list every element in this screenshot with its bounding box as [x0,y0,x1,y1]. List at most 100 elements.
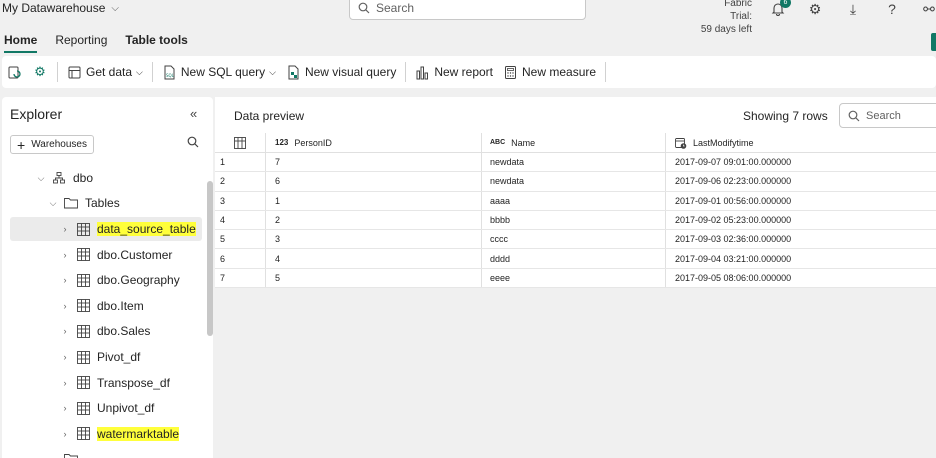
table-row[interactable]: 5 3 cccc 2017-09-03 02:36:00.000000 [215,230,936,250]
explorer-title: Explorer [10,106,63,122]
personid-cell: 7 [266,153,482,172]
help-button[interactable]: ? [882,0,902,18]
tree-table-item[interactable]: › Pivot_df [10,345,202,369]
share-icon: ⚯ [923,0,935,17]
global-search-input[interactable]: Search [349,0,586,20]
download-button[interactable]: ⤓ [843,0,863,18]
search-icon [848,110,860,121]
explorer-scrollbar[interactable] [207,181,213,336]
plus-icon: + [17,136,26,153]
row-number-cell: 5 [215,230,266,249]
search-icon [187,136,199,148]
table-row[interactable]: 4 2 bbbb 2017-09-02 05:23:00.000000 [215,210,936,231]
toolbar-divider [605,62,607,82]
preview-search-placeholder: Search [866,109,901,122]
refresh-icon [8,66,21,78]
preview-search-input[interactable]: Search [839,103,936,128]
share-button[interactable]: ⚯ [919,0,936,18]
tree-table-item[interactable]: › dbo.Customer [10,243,202,267]
table-row[interactable]: 6 4 dddd 2017-09-04 03:21:00.000000 [215,249,936,269]
new-sql-query-button[interactable]: SQL New SQL query ⌵ [157,60,281,84]
column-header-personid[interactable]: 123 PersonID [266,133,482,152]
trial-status[interactable]: Fabric Trial: 59 days left [700,0,752,36]
tree-table-item[interactable]: › dbo.Geography [10,268,202,292]
tree-table-item[interactable]: › watermarktable [10,422,202,446]
table-icon [76,222,90,236]
table-row[interactable]: 1 7 newdata 2017-09-07 09:01:00.000000 [215,153,936,173]
tree-table-label: dbo.Geography [97,273,180,288]
workspace-selector[interactable]: My Datawarehouse ⌵ [2,1,119,15]
get-data-button[interactable]: Get data ⌵ [62,60,148,84]
new-visual-query-label: New visual query [304,65,397,79]
lastmodifytime-cell: 2017-09-04 03:21:00.000000 [675,253,792,264]
table-row[interactable]: 7 5 eeee 2017-09-05 08:06:00.000000 [215,268,936,289]
new-sql-query-label: New SQL query [180,65,266,79]
ribbon-tabs: Home Reporting Table tools [0,31,206,53]
tree-table-item[interactable]: › Unpivot_df [10,396,202,420]
new-visual-query-button[interactable]: New visual query [281,60,401,84]
table-icon [76,324,90,338]
search-icon [358,2,370,14]
new-report-label: New report [434,65,494,79]
tab-reporting[interactable]: Reporting [55,31,107,53]
tree-folder-tables[interactable]: ⌵ Tables [10,191,202,215]
personid-cell: 1 [266,191,482,210]
row-number-cell: 1 [215,153,266,172]
data-preview-pane: Data preview Showing 7 rows Search 123 P… [215,97,936,458]
chevron-down-icon: ⌵ [49,454,57,458]
table-row[interactable]: 3 1 aaaa 2017-09-01 00:56:00.000000 [215,191,936,211]
chevron-right-icon: › [63,326,67,337]
tree-table-label: Pivot_df [97,350,141,364]
gear-icon: ⚙ [808,0,822,17]
tree-schema-dbo[interactable]: ⌵ dbo [10,166,202,190]
column-header-name[interactable]: ABC Name [482,133,666,152]
add-warehouses-button[interactable]: + Warehouses [10,135,94,154]
new-measure-label: New measure [522,65,597,79]
column-header-label: LastModifytime [693,137,754,148]
table-icon [76,248,90,262]
refresh-button[interactable] [2,60,27,84]
edit-mode-indicator[interactable] [931,33,936,51]
settings-button[interactable]: ⚙ [805,0,825,18]
notifications-button[interactable]: 6 [768,0,791,18]
new-report-button[interactable]: New report [410,60,498,84]
workspace-name: My Datawarehouse [2,1,106,15]
lastmodifytime-cell: 2017-09-07 09:01:00.000000 [675,157,792,168]
trial-days-left: 59 days left [700,24,752,35]
personid-cell: 6 [266,172,482,191]
ribbon-toolbar: ⚙ Get data ⌵ SQL New SQL query ⌵ New vis… [2,56,936,88]
calculator-icon [505,65,517,79]
chevron-down-icon: ⌵ [49,197,57,208]
name-cell: cccc [482,230,666,249]
tree-table-label: dbo.Customer [97,247,173,262]
row-number-cell: 6 [215,249,266,268]
tree-table-item[interactable]: › Transpose_df [10,371,202,395]
datetime-type-icon [675,137,687,149]
text-type-icon: ABC [490,139,506,146]
explorer-search-button[interactable] [187,136,199,151]
new-measure-button[interactable]: New measure [498,60,601,84]
name-cell: newdata [482,172,666,191]
tree-table-item[interactable]: › data_source_table [10,217,202,241]
row-number-cell: 4 [215,210,266,230]
warehouse-settings-button[interactable]: ⚙ [27,60,53,84]
tree-folder-views[interactable]: ⌵ [10,447,202,458]
tree-table-label: data_source_table [97,222,196,236]
tab-table-tools[interactable]: Table tools [125,31,187,53]
question-icon: ? [888,1,896,17]
select-all-cell[interactable] [215,133,266,152]
tree-table-label: Unpivot_df [97,401,155,416]
tab-home[interactable]: Home [4,31,38,53]
chevron-down-icon: ⌵ [37,172,45,183]
chevron-down-icon: ⌵ [136,66,143,77]
collapse-pane-button[interactable]: « [190,106,197,121]
column-header-lastmodifytime[interactable]: LastModifytime [666,133,936,152]
chevron-right-icon: › [63,224,67,234]
table-row[interactable]: 2 6 newdata 2017-09-06 02:23:00.000000 [215,172,936,192]
folder-icon [64,452,78,458]
table-icon [76,350,90,364]
download-icon: ⤓ [849,0,857,17]
table-icon [76,401,90,415]
tree-table-item[interactable]: › dbo.Item [10,294,202,318]
tree-table-item[interactable]: › dbo.Sales [10,319,202,343]
